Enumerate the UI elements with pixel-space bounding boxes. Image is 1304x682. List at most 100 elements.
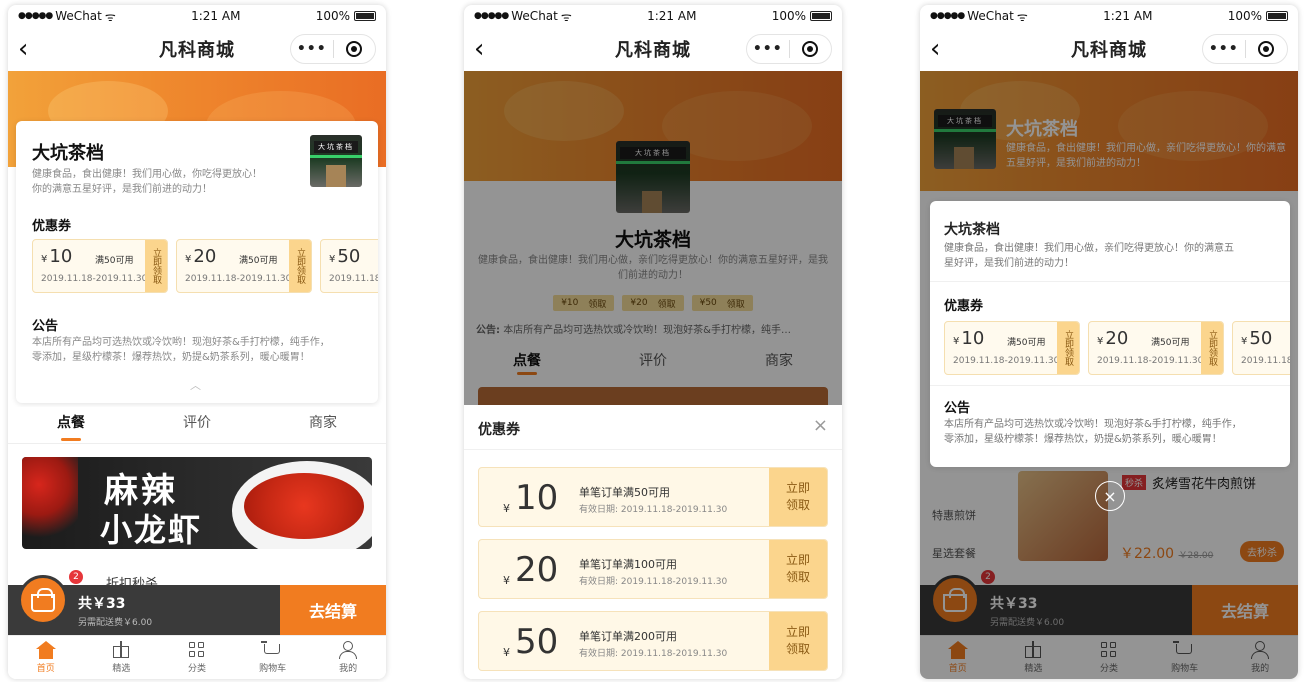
notice-text: 本店所有产品均可选热饮或冷饮哟！现泡好茶&手打柠檬，纯手作， 零添加，星级柠檬茶！…	[32, 337, 330, 363]
claim-button[interactable]: 立即领取	[1201, 322, 1223, 374]
collapse-icon[interactable]: ︿	[190, 377, 201, 393]
battery-level: 100%	[315, 9, 350, 23]
cart-badge: 2	[69, 570, 83, 584]
page-title: 凡科商城	[159, 40, 235, 61]
close-miniprogram-button[interactable]	[1245, 41, 1287, 57]
cart-total: 共￥33	[78, 596, 126, 612]
page-title: 凡科商城	[615, 40, 691, 61]
gift-icon	[111, 641, 131, 659]
tab-cart[interactable]: 购物车	[235, 636, 311, 679]
claim-button[interactable]: 立即领取	[769, 468, 827, 526]
bottom-tab-bar: 首页 精选 分类 购物车 我的	[8, 635, 386, 679]
claim-button[interactable]: 立即领取	[769, 612, 827, 670]
tab-order[interactable]: 点餐	[8, 407, 134, 443]
notice-title: 公告	[944, 401, 971, 416]
status-bar: ●●●●● WeChat ᯤ 1:21 AM 100%	[464, 5, 842, 27]
notice-text: 本店所有产品均可选热饮或冷饮哟！现泡好茶&手打柠檬，纯手作， 零添加，星级柠檬茶！…	[944, 419, 1242, 445]
canvas: ●●●●● WeChat ᯤ 1:21 AM 100% ‹ 凡科商城 ••• 大坑茶…	[0, 0, 1304, 682]
capsule-menu: •••	[746, 34, 832, 64]
close-icon[interactable]: ×	[813, 415, 828, 436]
tab-category[interactable]: 分类	[159, 636, 235, 679]
user-icon	[338, 641, 358, 659]
tab-home[interactable]: 首页	[8, 636, 84, 679]
more-button[interactable]: •••	[1203, 41, 1245, 57]
coupon-card[interactable]: ¥50 单笔订单满200可用 有效日期: 2019.11.18-2019.11.3…	[478, 611, 828, 671]
sheet-title: 优惠券	[478, 422, 520, 438]
coupon-card[interactable]: ¥10 满50可用 2019.11.18-2019.11.30 立即领取	[32, 239, 168, 293]
page-title: 凡科商城	[1071, 40, 1147, 61]
coupon-card[interactable]: ¥20 单笔订单满100可用 有效日期: 2019.11.18-2019.11.3…	[478, 539, 828, 599]
phone-store-info-popup: ●●●●● WeChat ᯤ 1:21 AM 100% ‹ 凡科商城 ••• 大坑茶…	[920, 5, 1298, 679]
tab-profile[interactable]: 我的	[310, 636, 386, 679]
close-miniprogram-button[interactable]	[333, 41, 375, 57]
phone-store-home: ●●●●● WeChat ᯤ 1:21 AM 100% ‹ 凡科商城 ••• 大坑茶…	[8, 5, 386, 679]
coupon-card[interactable]: ¥20 满50可用 2019.11.18-2019.11.30 立即领取	[1088, 321, 1224, 375]
tab-reviews[interactable]: 评价	[134, 407, 260, 443]
carrier: WeChat	[55, 9, 102, 23]
cart-icon	[260, 641, 283, 659]
crayfish-image	[244, 473, 364, 539]
close-miniprogram-button[interactable]	[789, 41, 831, 57]
checkout-button[interactable]: 去结算	[280, 585, 386, 635]
coupon-sheet: 优惠券 × ¥10 单笔订单满50可用 有效日期: 2019.11.18-2019…	[464, 405, 842, 679]
store-name: 大坑茶档	[944, 222, 1000, 238]
store-desc: 健康食品，食出健康！我们用心做，你吃得更放心！ 你的满意五星好评，是我们前进的动力…	[32, 169, 262, 195]
clock: 1:21 AM	[191, 9, 241, 23]
store-avatar: 大坑茶档	[310, 135, 362, 187]
coupon-list: ¥10 满50可用 2019.11.18-2019.11.30 立即领取 ¥20…	[944, 321, 1290, 375]
cart-button[interactable]: 2	[18, 570, 83, 625]
back-icon[interactable]: ‹	[930, 36, 940, 62]
tab-featured[interactable]: 精选	[84, 636, 160, 679]
coupon-list: ¥10 满50可用 2019.11.18-2019.11.30 立即领取 ¥20…	[32, 239, 378, 293]
claim-button[interactable]: 立即领取	[769, 540, 827, 598]
close-popup-button[interactable]: ×	[1095, 481, 1125, 511]
battery-icon	[354, 11, 376, 21]
store-info-popup: 大坑茶档 健康食品，食出健康！我们用心做，亲们吃得更放心！你的满意五 星好评，是我…	[930, 201, 1290, 467]
delivery-fee: 另需配送费￥6.00	[78, 618, 153, 628]
battery-icon	[810, 11, 832, 21]
target-icon	[1258, 41, 1275, 57]
tab-bar-top: 点餐 评价 商家	[8, 407, 386, 443]
wifi-icon: ᯤ	[560, 9, 572, 24]
nav-bar: ‹ 凡科商城 •••	[8, 27, 386, 71]
claim-button[interactable]: 立即领取	[289, 240, 311, 292]
store-name: 大坑茶档	[32, 143, 104, 164]
store-card: 大坑茶档 健康食品，食出健康！我们用心做，你吃得更放心！ 你的满意五星好评，是我们…	[16, 121, 378, 403]
coupons-title: 优惠券	[32, 219, 72, 234]
status-bar: ●●●●● WeChat ᯤ 1:21 AM 100%	[8, 5, 386, 27]
store-desc: 健康食品，食出健康！我们用心做，亲们吃得更放心！你的满意五星好评，是我们前进的动…	[944, 243, 1234, 269]
signal-icon: ●●●●●	[930, 11, 965, 21]
phone-coupon-sheet: ●●●●● WeChat ᯤ 1:21 AM 100% ‹ 凡科商城 ••• 大坑茶…	[464, 5, 842, 679]
more-button[interactable]: •••	[291, 41, 333, 57]
back-icon[interactable]: ‹	[18, 36, 28, 62]
coupon-card[interactable]: ¥10 单笔订单满50可用 有效日期: 2019.11.18-2019.11.30…	[478, 467, 828, 527]
coupon-card[interactable]: ¥50 2019.11.18	[1232, 321, 1290, 375]
home-icon	[35, 641, 56, 659]
wifi-icon: ᯤ	[104, 9, 116, 24]
coupon-card[interactable]: ¥50 2019.11.18	[320, 239, 378, 293]
more-button[interactable]: •••	[747, 41, 789, 57]
overlay[interactable]	[464, 71, 842, 405]
claim-button[interactable]: 立即领取	[1057, 322, 1079, 374]
back-icon[interactable]: ‹	[474, 36, 484, 62]
target-icon	[346, 41, 363, 57]
coupon-card[interactable]: ¥20 满50可用 2019.11.18-2019.11.30 立即领取	[176, 239, 312, 293]
nav-bar: ‹ 凡科商城 •••	[464, 27, 842, 71]
signal-icon: ●●●●●	[474, 11, 509, 21]
tab-merchant[interactable]: 商家	[260, 407, 386, 443]
target-icon	[802, 41, 819, 57]
promo-banner[interactable]: 麻辣 小龙虾	[22, 457, 372, 549]
coupon-card[interactable]: ¥10 满50可用 2019.11.18-2019.11.30 立即领取	[944, 321, 1080, 375]
capsule-menu: •••	[1202, 34, 1288, 64]
coupons-title: 优惠券	[944, 299, 984, 314]
capsule-menu: •••	[290, 34, 376, 64]
shopping-bag-icon	[31, 588, 55, 612]
grid-icon	[187, 641, 207, 659]
cart-bar: 2 共￥33 另需配送费￥6.00 去结算	[8, 570, 386, 635]
battery-icon	[1266, 11, 1288, 21]
wifi-icon: ᯤ	[1016, 9, 1028, 24]
claim-button[interactable]: 立即领取	[145, 240, 167, 292]
nav-bar: ‹ 凡科商城 •••	[920, 27, 1298, 71]
notice-title: 公告	[32, 319, 59, 334]
promo-subtitle: 小龙虾	[100, 511, 203, 549]
